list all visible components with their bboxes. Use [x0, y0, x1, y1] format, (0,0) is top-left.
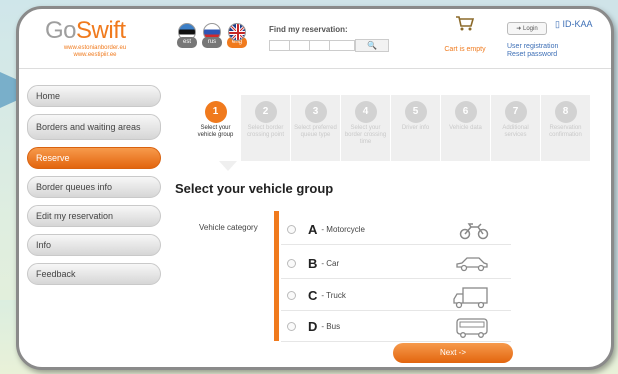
- sidebar-item-border-queues[interactable]: Border queues info: [27, 176, 161, 198]
- logo-url-line2: www.eestipiir.ee: [73, 52, 117, 58]
- reservation-field-3[interactable]: [309, 40, 329, 51]
- step-4: 4 Select your border crossing time: [341, 95, 390, 161]
- search-button[interactable]: 🔍: [355, 39, 389, 52]
- vehicle-option-motorcycle[interactable]: A - Motorcycle: [281, 215, 511, 245]
- reservation-field-2[interactable]: [289, 40, 309, 51]
- vehicle-name: - Motorcycle: [321, 225, 365, 234]
- cart-status-text: Cart is empty: [444, 46, 486, 53]
- user-registration-link[interactable]: User registration: [507, 43, 558, 51]
- browser-page-frame: GoSwift www.estonianborder.eu www.eestip…: [16, 6, 614, 370]
- arrow-icon: ➜: [516, 26, 522, 32]
- login-button[interactable]: ➜ Login: [507, 22, 547, 35]
- bus-icon: [455, 317, 489, 344]
- find-reservation: Find my reservation: 🔍: [269, 25, 389, 52]
- vehicle-name: - Car: [321, 259, 340, 268]
- step-label: Driver info: [401, 125, 430, 131]
- id-card-icon: ▯: [555, 19, 560, 29]
- language-code: rus: [202, 37, 222, 48]
- next-button[interactable]: Next ->: [393, 343, 513, 363]
- id-card-login-button[interactable]: ▯ ID-KAA: [555, 19, 592, 30]
- vehicle-radio-b[interactable]: [287, 259, 296, 268]
- page-title: Select your vehicle group: [175, 181, 334, 196]
- vehicle-option-truck[interactable]: C - Truck: [281, 281, 511, 311]
- step-number: 4: [354, 101, 377, 123]
- step-label: Select your border crossing time: [344, 125, 387, 145]
- site-header: GoSwift www.estonianborder.eu www.eestip…: [19, 9, 611, 69]
- goswift-logo[interactable]: GoSwift www.estonianborder.eu www.eestip…: [45, 17, 145, 59]
- account-panel: ➜ Login User registration Reset password: [507, 17, 558, 59]
- reset-password-link[interactable]: Reset password: [507, 51, 558, 59]
- language-code: est: [177, 37, 197, 48]
- vehicle-letter: A: [308, 222, 318, 237]
- vehicle-letter: B: [308, 256, 318, 271]
- step-number: 6: [454, 101, 477, 123]
- find-reservation-label: Find my reservation:: [269, 25, 348, 34]
- step-5: 5 Driver info: [391, 95, 440, 161]
- step-8: 8 Reservation confirmation: [541, 95, 590, 161]
- reservation-steps: 1 Select your vehicle group 2 Select borde…: [191, 95, 591, 161]
- step-number: 1: [204, 101, 227, 123]
- motorcycle-icon: [459, 220, 489, 245]
- step-number: 7: [504, 101, 527, 123]
- sidebar-item-home[interactable]: Home: [27, 85, 161, 107]
- vehicle-option-car[interactable]: B - Car: [281, 249, 511, 279]
- vehicle-category-label: Vehicle category: [199, 223, 258, 232]
- sidebar-item-info[interactable]: Info: [27, 234, 161, 256]
- step-number: 2: [254, 101, 277, 123]
- step-label: Vehicle data: [449, 125, 482, 131]
- logo-url-line1: www.estonianborder.eu: [63, 45, 127, 51]
- language-switcher: est rus eng: [177, 23, 247, 53]
- step-label: Additional services: [502, 125, 529, 138]
- sidebar-item-borders[interactable]: Borders and waiting areas: [27, 114, 161, 140]
- step-number: 8: [554, 101, 577, 123]
- uk-flag-icon: [228, 23, 246, 41]
- category-divider-bar: [274, 211, 279, 341]
- step-7: 7 Additional services: [491, 95, 540, 161]
- vehicle-name: - Truck: [321, 291, 346, 300]
- sidebar-item-feedback[interactable]: Feedback: [27, 263, 161, 285]
- vehicle-radio-c[interactable]: [287, 291, 296, 300]
- shopping-cart[interactable]: Cart is empty: [437, 15, 493, 53]
- vehicle-letter: C: [308, 288, 318, 303]
- language-eng-button[interactable]: eng: [227, 23, 247, 53]
- login-label: Login: [523, 26, 538, 32]
- logo-text-go: Go: [45, 17, 77, 44]
- vehicle-radio-a[interactable]: [287, 225, 296, 234]
- step-3: 3 Select preferred queue type: [291, 95, 340, 161]
- step-label: Reservation confirmation: [549, 125, 582, 138]
- sidebar-item-edit-reservation[interactable]: Edit my reservation: [27, 205, 161, 227]
- id-card-label: ID-KAA: [562, 19, 593, 29]
- reservation-field-1[interactable]: [269, 40, 289, 51]
- cart-icon: [437, 15, 493, 36]
- vehicle-option-bus[interactable]: D - Bus: [281, 312, 511, 342]
- sidebar-item-reserve[interactable]: Reserve: [27, 147, 161, 169]
- logo-text-swift: Swift: [76, 17, 126, 44]
- step-label: Select your vehicle group: [197, 125, 234, 138]
- language-rus-button[interactable]: rus: [202, 23, 222, 53]
- step-6: 6 Vehicle data: [441, 95, 490, 161]
- vehicle-letter: D: [308, 319, 318, 334]
- step-1[interactable]: 1 Select your vehicle group: [191, 95, 240, 161]
- search-icon: 🔍: [367, 41, 377, 50]
- truck-icon: [453, 286, 489, 315]
- step-label: Select border crossing point: [246, 125, 285, 138]
- step-number: 5: [404, 101, 427, 123]
- step-2: 2 Select border crossing point: [241, 95, 290, 161]
- car-icon: [455, 254, 489, 277]
- step-number: 3: [304, 101, 327, 123]
- vehicle-radio-d[interactable]: [287, 322, 296, 331]
- language-est-button[interactable]: est: [177, 23, 197, 53]
- vehicle-name: - Bus: [321, 322, 341, 331]
- reservation-field-4[interactable]: [329, 40, 355, 51]
- active-step-pointer: [219, 161, 237, 171]
- step-label: Select preferred queue type: [294, 125, 337, 138]
- sidebar-nav: Home Borders and waiting areas Reserve B…: [27, 85, 161, 292]
